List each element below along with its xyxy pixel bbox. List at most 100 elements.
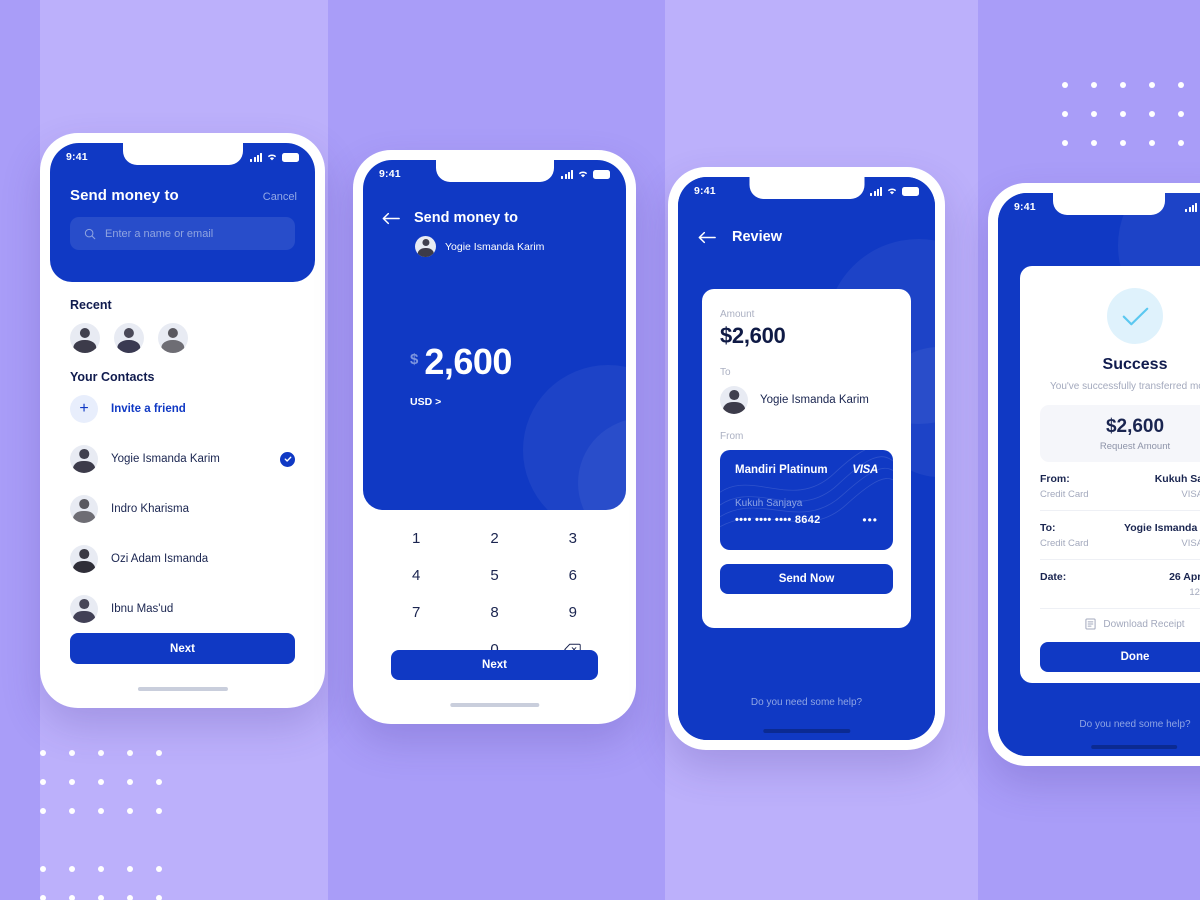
more-dots-icon[interactable]: •••: [862, 513, 878, 527]
dot: [86, 738, 115, 767]
numeric-keypad: 1 2 3 4 5 6 7 8 9 0: [363, 510, 626, 714]
key-2[interactable]: 2: [455, 520, 533, 557]
dot: [1137, 99, 1166, 128]
status-time: 9:41: [1014, 201, 1036, 213]
detail-value: Yogie Ismanda Karim: [1123, 522, 1200, 534]
key-3[interactable]: 3: [534, 520, 612, 557]
screen-review: 9:41 Review Amount $2,600 To Yogie Isman…: [678, 177, 935, 740]
invite-a-friend-row[interactable]: + Invite a friend: [70, 384, 295, 434]
detail-value: Kukuh Sanjaya: [1154, 473, 1200, 485]
dot: [1166, 70, 1195, 99]
status-icons: [1185, 202, 1200, 212]
key-9[interactable]: 9: [534, 594, 612, 631]
detail-subvalue: VISA *8064: [1181, 489, 1200, 500]
download-receipt-link[interactable]: Download Receipt: [1040, 618, 1200, 630]
dot: [144, 796, 173, 825]
detail-row-from: From: Credit Card Kukuh Sanjaya VISA *80…: [1040, 462, 1200, 511]
success-check-icon: [1107, 288, 1163, 344]
dot: [1050, 128, 1079, 157]
status-bar: 9:41: [50, 143, 315, 171]
help-link[interactable]: Do you need some help?: [1020, 719, 1200, 730]
contact-row[interactable]: Ozi Adam Ismanda: [70, 534, 295, 584]
contact-row[interactable]: Yogie Ismanda Karim: [70, 434, 295, 484]
avatar: [415, 236, 436, 257]
visa-logo-icon: VISA: [852, 464, 878, 476]
dot: [1079, 128, 1108, 157]
avatar[interactable]: [114, 323, 144, 353]
key-6[interactable]: 6: [534, 557, 612, 594]
credit-card[interactable]: Mandiri Platinum VISA Kukuh Sanjaya ••••…: [720, 450, 893, 550]
dot: [57, 738, 86, 767]
key-5[interactable]: 5: [455, 557, 533, 594]
help-link[interactable]: Do you need some help?: [678, 697, 935, 708]
screen-amount-entry: 9:41 Send money to Yogie Ismanda Karim $: [363, 160, 626, 714]
home-indicator: [1091, 745, 1177, 749]
dot: [115, 854, 144, 883]
currency-selector[interactable]: USD >: [410, 396, 441, 408]
status-icons: [870, 186, 919, 196]
avatar: [70, 595, 98, 623]
detail-labels: To: Credit Card: [1040, 522, 1089, 549]
signal-bars-icon: [250, 153, 262, 162]
send-now-button[interactable]: Send Now: [720, 564, 893, 594]
avatar: [70, 445, 98, 473]
dot: [28, 854, 57, 883]
dot: [1166, 128, 1195, 157]
dot: [57, 796, 86, 825]
recipient-row[interactable]: Yogie Ismanda Karim: [720, 386, 893, 414]
recent-avatars: [70, 323, 295, 353]
search-input[interactable]: Enter a name or email: [70, 217, 295, 250]
contact-row[interactable]: Ibnu Mas'ud: [70, 584, 295, 634]
status-icons: [250, 152, 299, 162]
amount-display: $ 2,600: [410, 343, 512, 379]
next-button[interactable]: Next: [70, 633, 295, 664]
page-title: Send money to: [70, 187, 179, 204]
cancel-button[interactable]: Cancel: [263, 191, 297, 203]
back-arrow-icon[interactable]: [698, 231, 716, 244]
dot: [1137, 70, 1166, 99]
card-bank-name: Mandiri Platinum: [735, 464, 828, 476]
wifi-icon: [887, 188, 897, 195]
battery-icon: [282, 153, 299, 162]
key-4[interactable]: 4: [377, 557, 455, 594]
dot: [144, 883, 173, 900]
contact-name: Yogie Ismanda Karim: [111, 453, 220, 465]
currency-symbol: $: [410, 351, 419, 368]
dot: [1079, 70, 1108, 99]
contact-name: Ozi Adam Ismanda: [111, 553, 209, 565]
status-bar: 9:41: [998, 193, 1200, 221]
avatar[interactable]: [70, 323, 100, 353]
keypad-grid: 1 2 3 4 5 6 7 8 9 0: [377, 520, 612, 668]
key-8[interactable]: 8: [455, 594, 533, 631]
avatar: [70, 545, 98, 573]
avatar[interactable]: [158, 323, 188, 353]
done-button[interactable]: Done: [1040, 642, 1200, 672]
success-card: Success You've successfully transferred …: [1020, 266, 1200, 683]
card-top-row: Mandiri Platinum VISA: [735, 464, 878, 476]
check-mark-icon: [1122, 307, 1148, 325]
phone-success: 9:41 Success You've successfully transfe…: [988, 183, 1200, 766]
dot-grid-top-right: [1050, 70, 1195, 157]
dot: [57, 825, 86, 854]
dot: [57, 767, 86, 796]
dot: [1050, 70, 1079, 99]
dot: [115, 767, 144, 796]
status-time: 9:41: [379, 168, 401, 180]
search-placeholder: Enter a name or email: [105, 227, 214, 240]
key-1[interactable]: 1: [377, 520, 455, 557]
key-7[interactable]: 7: [377, 594, 455, 631]
dot: [28, 883, 57, 900]
dot: [115, 738, 144, 767]
back-arrow-icon[interactable]: [382, 212, 400, 225]
recipient-row[interactable]: Yogie Ismanda Karim: [415, 236, 544, 257]
dot: [86, 767, 115, 796]
recent-heading: Recent: [70, 298, 112, 312]
amount-box: $2,600 Request Amount: [1040, 405, 1200, 462]
download-label: Download Receipt: [1103, 618, 1185, 630]
plus-icon: +: [70, 395, 98, 423]
card-number: •••• •••• •••• 8642: [735, 514, 821, 526]
next-button[interactable]: Next: [391, 650, 598, 680]
success-subtitle: You've successfully transferred money: [1050, 381, 1200, 392]
signal-bars-icon: [561, 170, 573, 179]
contact-row[interactable]: Indro Kharisma: [70, 484, 295, 534]
